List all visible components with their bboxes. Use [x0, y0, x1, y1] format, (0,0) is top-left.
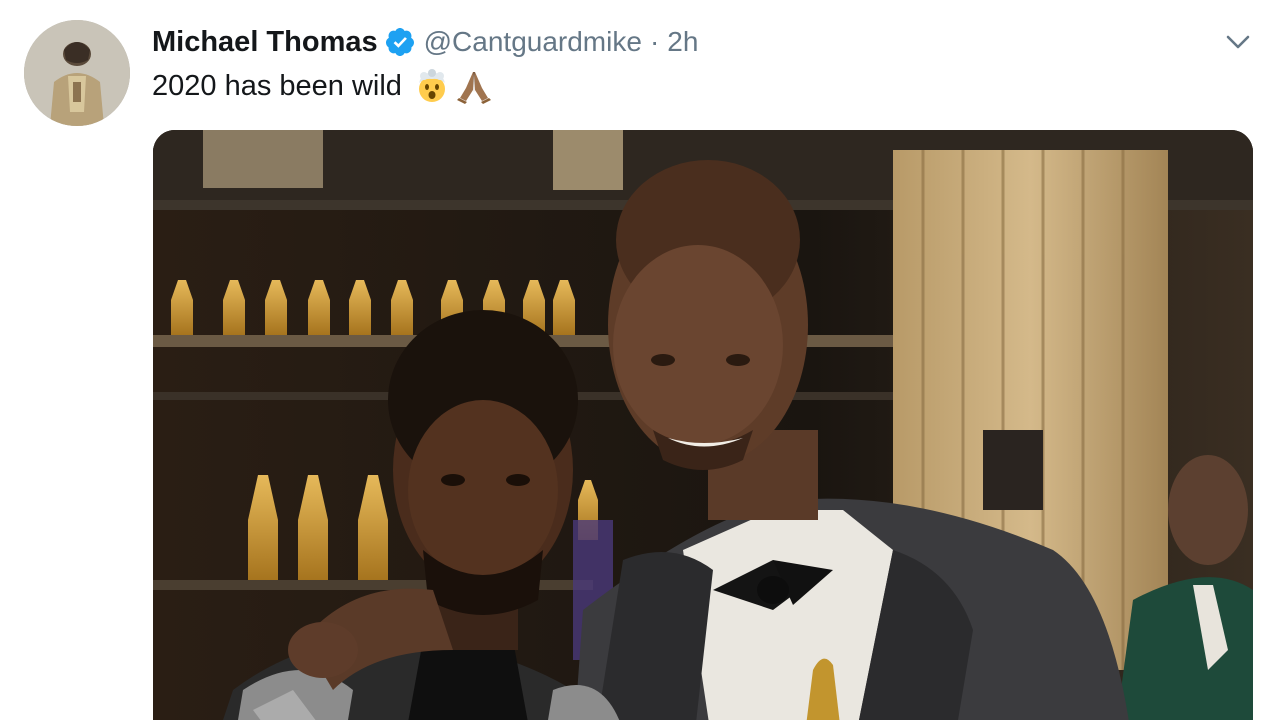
tweet-photo[interactable]	[153, 130, 1253, 720]
folded-hands-emoji	[456, 68, 492, 104]
display-name[interactable]: Michael Thomas	[152, 26, 378, 59]
exploding-head-emoji	[414, 68, 450, 104]
handle[interactable]: @Cantguardmike	[424, 26, 642, 58]
tweet-card[interactable]: Michael Thomas @Cantguardmike · 2h 2020 …	[0, 0, 1280, 720]
separator-dot: ·	[649, 26, 660, 57]
tweet-text-content: 2020 has been wild	[152, 69, 402, 102]
verified-badge-icon	[384, 26, 416, 58]
chevron-down-icon[interactable]	[1222, 28, 1254, 56]
photo-image	[153, 130, 1253, 720]
avatar-image	[24, 20, 130, 126]
avatar[interactable]	[24, 20, 130, 126]
timestamp[interactable]: 2h	[667, 26, 698, 58]
tweet-header: Michael Thomas @Cantguardmike · 2h	[152, 22, 698, 62]
tweet-text: 2020 has been wild	[152, 68, 492, 104]
